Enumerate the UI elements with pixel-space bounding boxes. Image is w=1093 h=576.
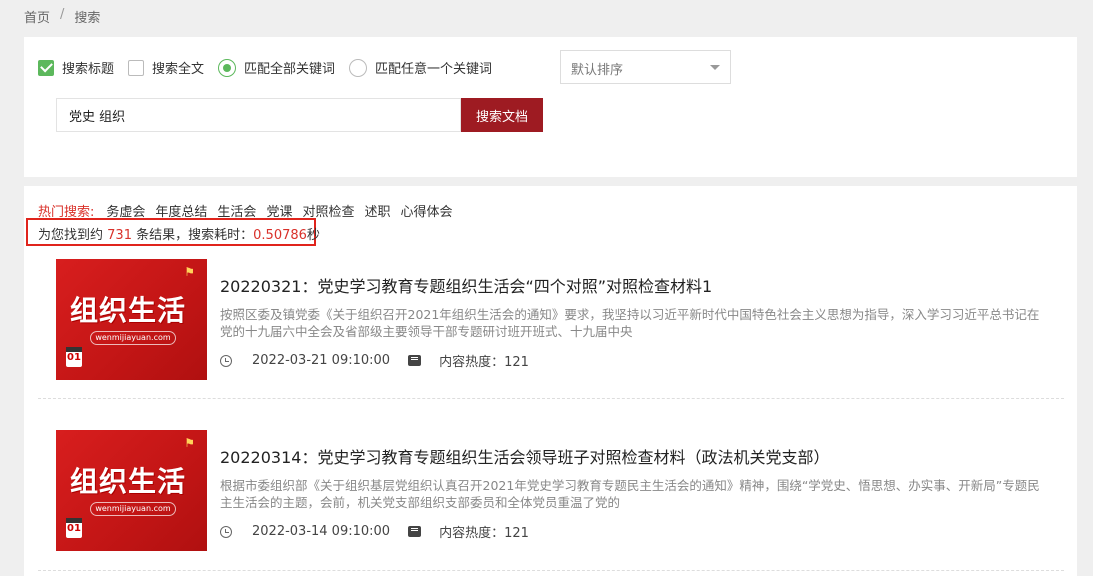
result-title-link[interactable]: 20220314：党史学习教育专题组织生活会领导班子对照检查材料（政法机关党支部… [220, 444, 829, 468]
chevron-down-icon [710, 65, 720, 70]
heat-icon [408, 355, 422, 366]
calendar-icon: 01 [66, 347, 82, 367]
search-input[interactable] [56, 98, 461, 132]
match-all-label: 匹配全部关键词 [244, 62, 336, 77]
flag-icon: ⚑ [184, 436, 195, 450]
result-date: 2022-03-21 09:10:00 [252, 353, 391, 368]
search-button[interactable]: 搜索文档 [461, 98, 543, 132]
match-any-option[interactable]: 匹配任意一个关键词 [349, 58, 492, 77]
breadcrumb: 首页 / 搜索 [24, 7, 100, 26]
result-thumbnail[interactable]: ⚑ 组织生活 wenmijiayuan.com 01 [56, 259, 207, 380]
sort-select-value: 默认排序 [571, 63, 624, 78]
breadcrumb-separator: / [60, 7, 65, 22]
search-fulltext-option[interactable]: 搜索全文 [128, 58, 204, 77]
search-panel: 搜索标题 搜索全文 匹配全部关键词 匹配任意一个关键词 默认排序 搜索文档 [24, 37, 1077, 177]
results-panel: 热门搜索: 务虚会 年度总结 生活会 党课 对照检查 述职 心得体会 为您找到约… [24, 186, 1077, 576]
result-divider [38, 570, 1064, 571]
flag-icon: ⚑ [184, 265, 195, 279]
thumbnail-title: 组织生活 [70, 465, 187, 498]
result-description: 根据市委组织部《关于组织基层党组织认真召开2021年党史学习教育专题民主生活会的… [220, 478, 1040, 510]
hot-tag[interactable]: 述职 [364, 201, 390, 220]
result-description: 按照区委及镇党委《关于组织召开2021年组织生活会的通知》要求，我坚持以习近平新… [220, 307, 1040, 339]
search-title-label: 搜索标题 [62, 62, 115, 77]
results-summary: 为您找到约 731 条结果，搜索耗时：0.50786秒 [26, 218, 320, 246]
match-all-radio[interactable] [218, 58, 237, 77]
result-title-link[interactable]: 20220321：党史学习教育专题组织生活会“四个对照”对照检查材料1 [220, 273, 712, 297]
result-heat: 内容热度：121 [439, 526, 529, 541]
result-item[interactable]: ⚑ 组织生活 wenmijiayuan.com 01 20220314：党史学习… [56, 430, 1056, 552]
match-any-label: 匹配任意一个关键词 [375, 62, 493, 77]
clock-icon [220, 354, 232, 367]
search-title-option[interactable]: 搜索标题 [38, 58, 114, 77]
search-time: 0.50786 [253, 228, 307, 243]
breadcrumb-current: 搜索 [74, 11, 101, 26]
thumbnail-title: 组织生活 [70, 294, 187, 327]
thumbnail-site: wenmijiayuan.com [90, 502, 176, 516]
result-heat: 内容热度：121 [439, 355, 529, 370]
thumbnail-site: wenmijiayuan.com [90, 331, 176, 345]
heat-icon [408, 526, 422, 537]
search-fulltext-label: 搜索全文 [152, 62, 205, 77]
result-thumbnail[interactable]: ⚑ 组织生活 wenmijiayuan.com 01 [56, 430, 207, 551]
hot-tag[interactable]: 心得体会 [400, 201, 452, 220]
breadcrumb-home-link[interactable]: 首页 [24, 7, 50, 26]
match-any-radio[interactable] [349, 58, 368, 77]
result-divider [38, 398, 1064, 399]
calendar-icon: 01 [66, 518, 82, 538]
result-item[interactable]: ⚑ 组织生活 wenmijiayuan.com 01 20220321：党史学习… [56, 259, 1056, 381]
summary-prefix: 为您找到约 [38, 228, 104, 243]
result-count: 731 [107, 228, 132, 243]
match-all-option[interactable]: 匹配全部关键词 [218, 58, 335, 77]
clock-icon [220, 525, 232, 538]
search-title-checkbox[interactable] [38, 59, 54, 76]
result-meta: 2022-03-14 09:10:00 内容热度：121 [220, 522, 529, 541]
sort-select[interactable]: 默认排序 [560, 50, 731, 84]
search-options: 搜索标题 搜索全文 匹配全部关键词 匹配任意一个关键词 [38, 58, 506, 77]
result-meta: 2022-03-21 09:10:00 内容热度：121 [220, 351, 529, 370]
summary-middle: 条结果，搜索耗时： [136, 228, 254, 243]
summary-suffix: 秒 [306, 228, 320, 243]
result-date: 2022-03-14 09:10:00 [252, 524, 391, 539]
search-fulltext-checkbox[interactable] [128, 59, 145, 76]
